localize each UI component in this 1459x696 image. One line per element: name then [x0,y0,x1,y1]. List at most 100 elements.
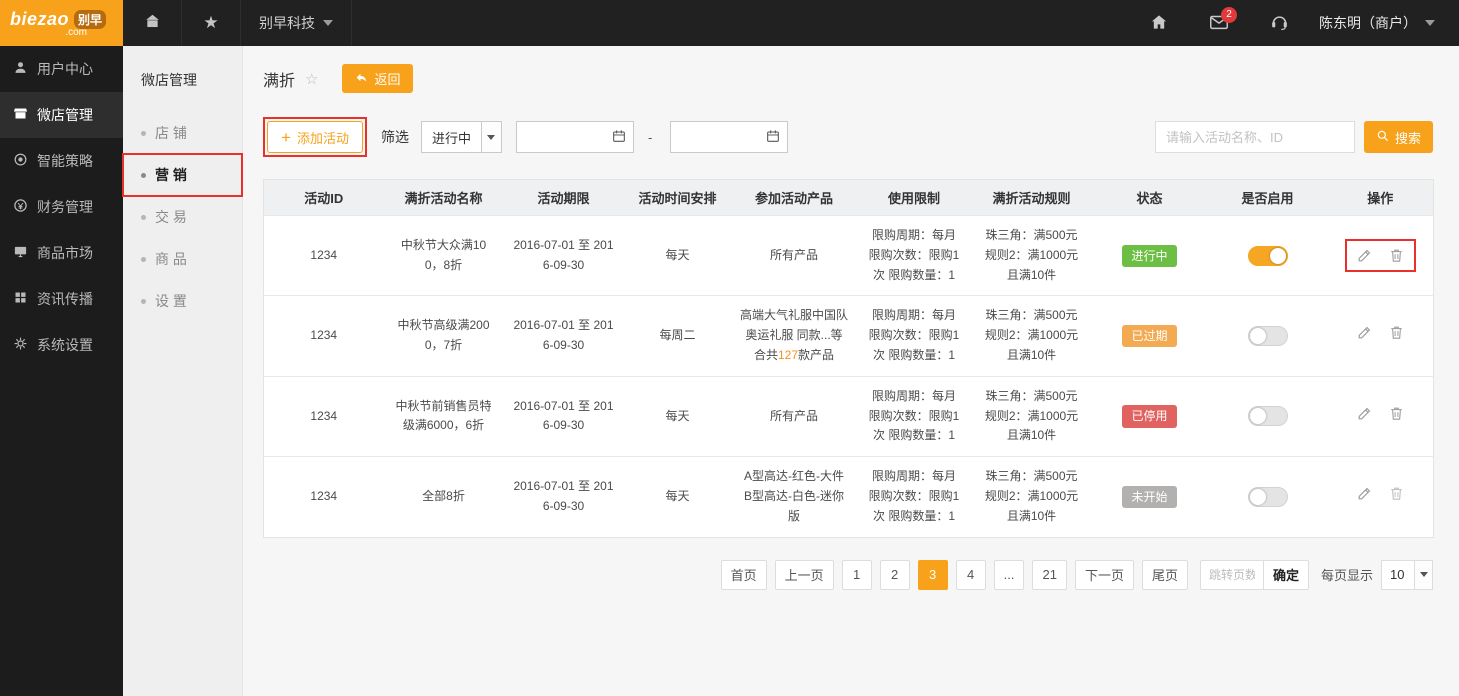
page-first[interactable]: 首页 [721,560,767,590]
cell-rules: 珠三角：满500元 规则2：满1000元且满10件 [972,457,1092,537]
products-text: 所有产品 [770,409,818,423]
sidebar-item-news[interactable]: 资讯传播 [0,276,123,322]
enable-toggle[interactable] [1248,246,1288,266]
cell-activity-name: 中秋节前销售员特级满6000，6折 [384,376,504,456]
back-button[interactable]: 返回 [342,64,413,93]
sidebar-item-label: 智能策略 [37,151,93,171]
products-text: 所有产品 [770,248,818,262]
bank-icon-button[interactable] [123,0,182,46]
page-number[interactable]: 2 [880,560,910,590]
company-switcher[interactable]: 别早科技 [241,0,352,46]
edit-button[interactable] [1356,324,1373,341]
unread-badge: 2 [1221,7,1237,23]
delete-button[interactable] [1388,247,1405,264]
col-header-products: 参加活动产品 [732,180,857,216]
per-page-select[interactable]: 10 [1381,560,1433,590]
submenu-item-goods[interactable]: 商 品 [123,238,242,280]
cell-period: 2016-07-01 至 2016-09-30 [504,457,624,537]
sidebar-item-label: 资讯传播 [37,289,93,309]
delete-button[interactable] [1388,485,1405,502]
col-header-id: 活动ID [264,180,384,216]
enable-toggle[interactable] [1248,326,1288,346]
home-button[interactable] [1129,0,1189,46]
row-actions [1356,324,1405,341]
sidebar-item-user-center[interactable]: 用户中心 [0,46,123,92]
cell-enabled [1208,376,1328,456]
date-from-input[interactable] [525,130,611,144]
products-text: A型高达-红色-大件 B型高达-白色-迷你版 [744,469,844,523]
submenu-item-marketing[interactable]: 营 销 [123,154,242,196]
cell-schedule: 每天 [624,376,732,456]
status-filter-select[interactable]: 进行中 [421,121,502,153]
page-number[interactable]: 4 [956,560,986,590]
back-label: 返回 [374,69,400,88]
user-menu[interactable]: 陈东明（商户） [1309,0,1459,46]
page-ellipsis[interactable]: ... [994,560,1025,590]
favorite-star-icon[interactable]: ☆ [305,70,318,88]
submenu-item-shop[interactable]: 店 铺 [123,112,242,154]
enable-toggle[interactable] [1248,487,1288,507]
calendar-icon[interactable] [611,128,627,147]
select-arrow[interactable] [1414,561,1432,589]
page-next[interactable]: 下一页 [1075,560,1134,590]
col-header-limits: 使用限制 [857,180,972,216]
sidebar-item-finance[interactable]: 财务管理 [0,184,123,230]
company-name: 别早科技 [259,13,315,33]
col-header-rules: 满折活动规则 [972,180,1092,216]
cell-period: 2016-07-01 至 2016-09-30 [504,376,624,456]
page-number[interactable]: 21 [1032,560,1066,590]
select-arrow[interactable] [481,122,501,152]
cell-activity-id: 1234 [264,457,384,537]
date-from-field[interactable] [516,121,634,153]
edit-button[interactable] [1356,485,1373,502]
page-prev[interactable]: 上一页 [775,560,834,590]
enable-toggle[interactable] [1248,406,1288,426]
submenu-item-setup[interactable]: 设 置 [123,280,242,322]
edit-button[interactable] [1356,405,1373,422]
jump-page-input[interactable] [1200,560,1264,590]
date-to-field[interactable] [670,121,788,153]
edit-button[interactable] [1356,247,1373,264]
primary-sidebar: 用户中心 微店管理 智能策略 财务管理 商品市场 资讯传播 [0,46,123,696]
products-count: 127 [778,348,798,362]
favorites-button[interactable]: ★ [182,0,241,46]
sidebar-item-store-management[interactable]: 微店管理 [0,92,123,138]
plus-icon: + [281,129,291,146]
cell-period: 2016-07-01 至 2016-09-30 [504,216,624,296]
sidebar-item-smart-strategy[interactable]: 智能策略 [0,138,123,184]
status-filter-value: 进行中 [422,122,481,152]
sidebar-item-market[interactable]: 商品市场 [0,230,123,276]
sidebar-item-settings[interactable]: 系统设置 [0,322,123,368]
store-icon [13,106,28,124]
page-number[interactable]: 1 [842,560,872,590]
table-row: 1234 中秋节高级满2000，7折 2016-07-01 至 2016-09-… [264,296,1434,376]
bullet-icon [141,299,146,304]
add-activity-button[interactable]: + 添加活动 [267,121,363,153]
col-header-name: 满折活动名称 [384,180,504,216]
search-button[interactable]: 搜索 [1364,121,1433,153]
search-input[interactable] [1155,121,1355,153]
logo[interactable]: biezao 别早 .com [0,0,123,46]
page-number[interactable]: 3 [918,560,948,590]
cell-period: 2016-07-01 至 2016-09-30 [504,296,624,376]
delete-button[interactable] [1388,405,1405,422]
status-badge: 进行中 [1122,245,1176,267]
submenu-item-trade[interactable]: 交 易 [123,196,242,238]
date-to-input[interactable] [679,130,765,144]
page-last[interactable]: 尾页 [1142,560,1188,590]
status-badge: 已停用 [1122,405,1176,427]
pagination: 首页 上一页 1 2 3 4 ... 21 下一页 尾页 确定 每页显示 10 [263,560,1433,590]
delete-button[interactable] [1388,324,1405,341]
col-header-status: 状态 [1092,180,1208,216]
calendar-icon[interactable] [765,128,781,147]
per-page-value: 10 [1382,561,1414,589]
submenu-title: 微店管理 [123,46,242,112]
title-row: 满折 ☆ 返回 [263,64,1433,93]
cell-schedule: 每天 [624,216,732,296]
target-icon [13,152,28,170]
messages-button[interactable]: 2 [1189,0,1249,46]
jump-confirm-button[interactable]: 确定 [1264,560,1309,590]
support-button[interactable] [1249,0,1309,46]
col-header-period: 活动期限 [504,180,624,216]
star-icon: ★ [203,13,218,33]
